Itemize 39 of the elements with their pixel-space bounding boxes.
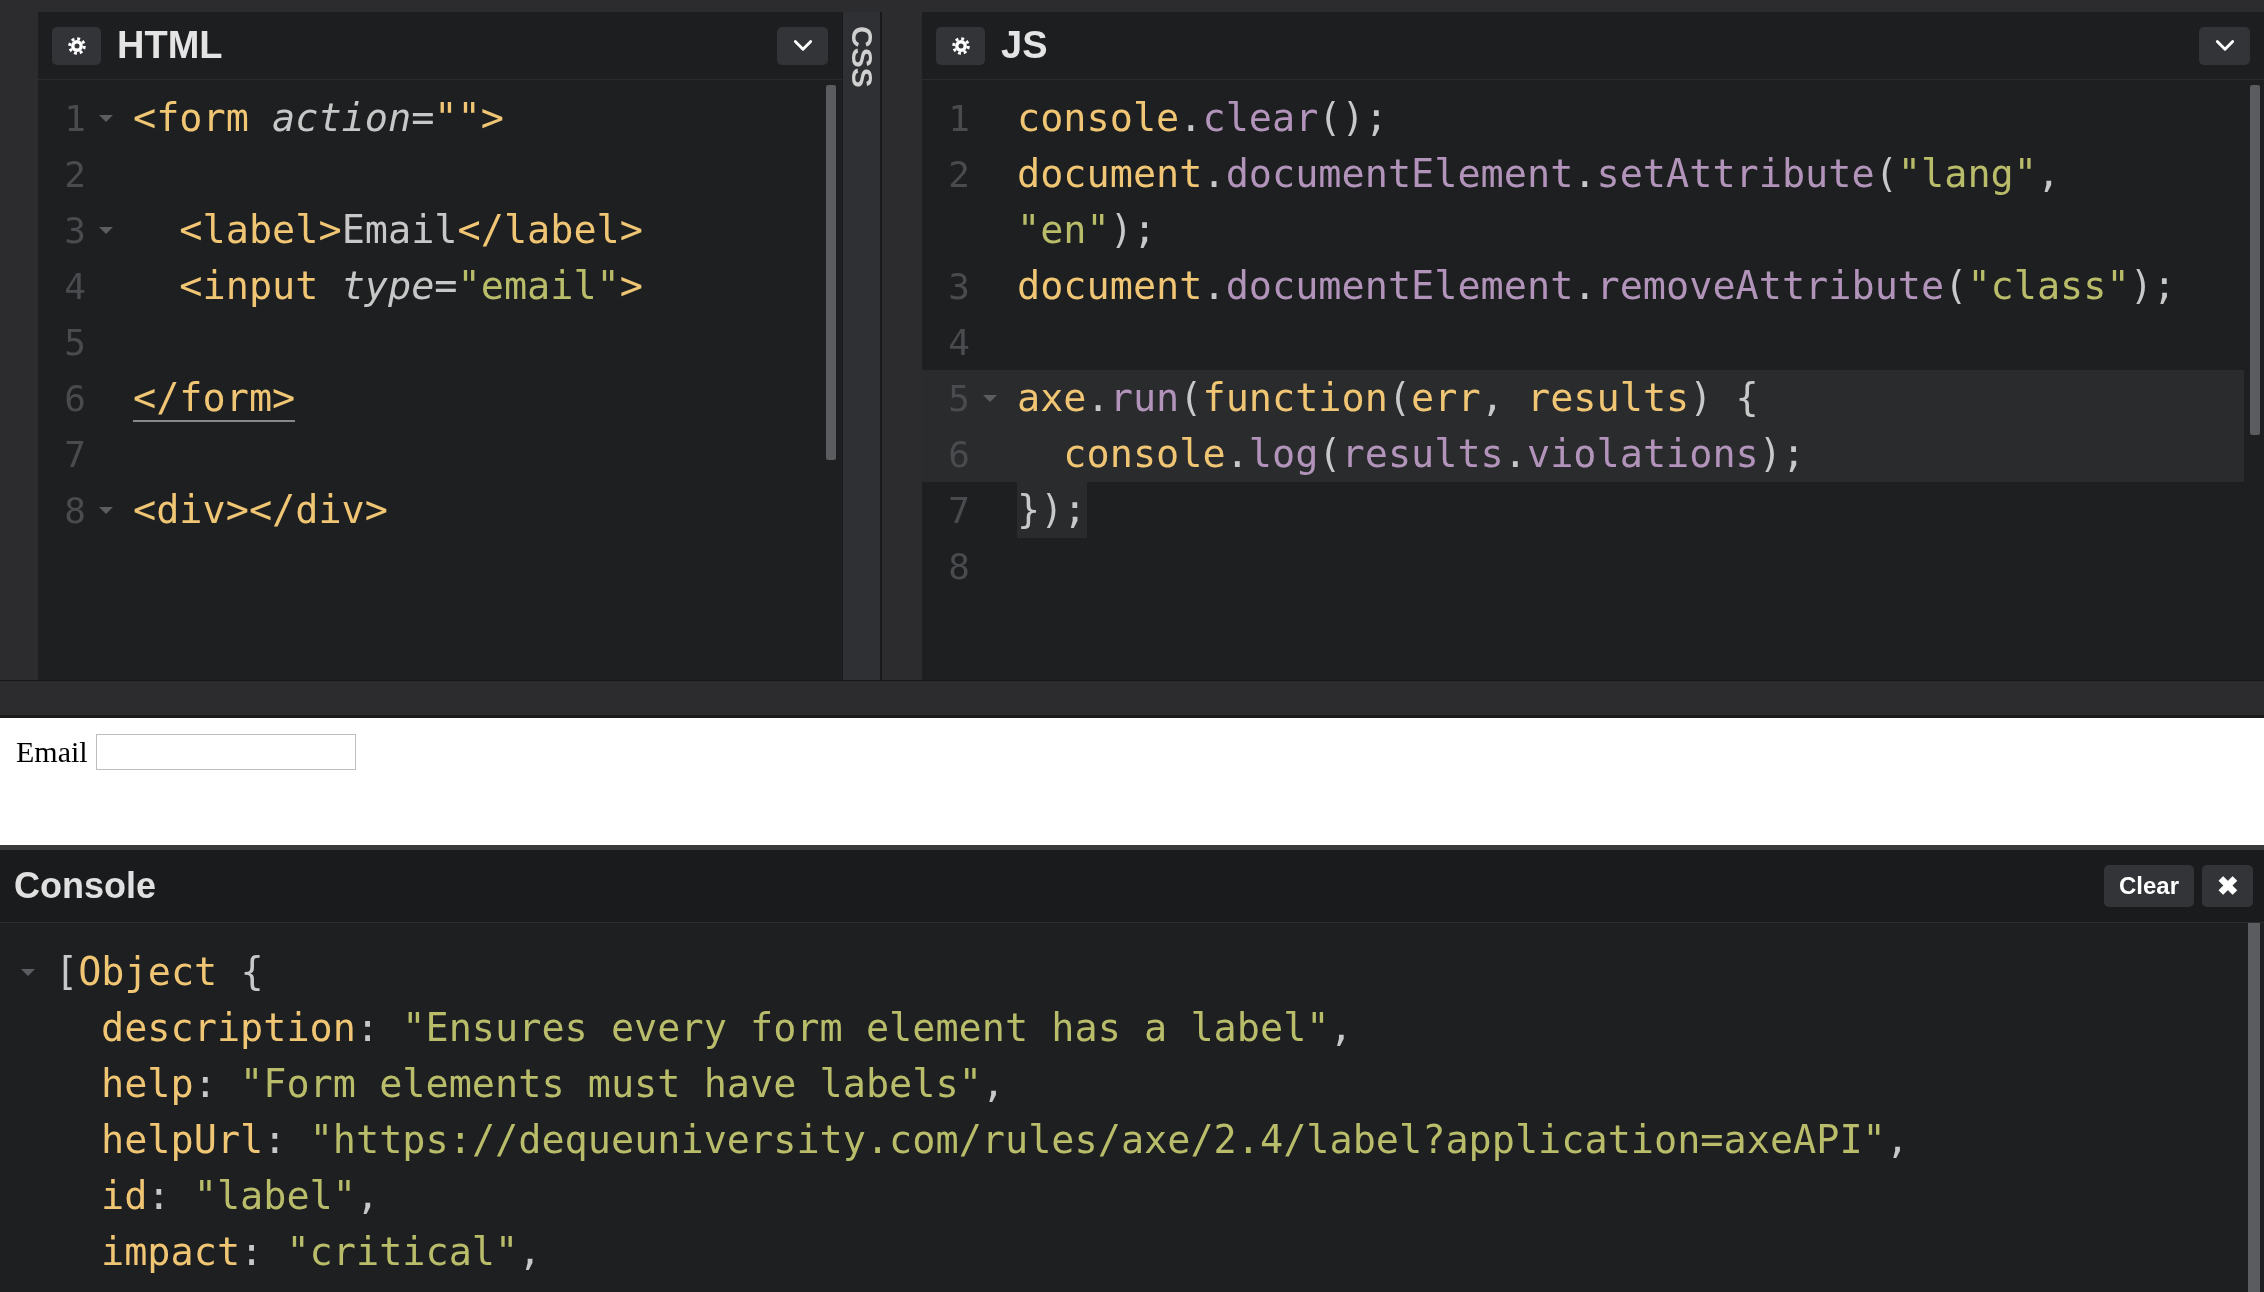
code-line: "en"); bbox=[1017, 206, 1157, 254]
expand-arrow-icon[interactable] bbox=[20, 968, 35, 976]
panel-tab[interactable]: CSS bbox=[844, 26, 879, 88]
console-title: Console bbox=[14, 865, 156, 907]
settings-button[interactable] bbox=[936, 26, 985, 65]
panel-title: HTML bbox=[117, 24, 223, 67]
code-line: axe.run(function(err, results) { bbox=[1017, 374, 1759, 422]
scrollbar-thumb[interactable] bbox=[826, 85, 836, 460]
scrollbar-thumb[interactable] bbox=[2248, 923, 2260, 1292]
code-line: console.clear(); bbox=[1017, 94, 1388, 142]
console-line: impact: "critical", bbox=[101, 1228, 542, 1276]
input-field[interactable] bbox=[95, 734, 356, 770]
panel-title: JS bbox=[1001, 24, 1048, 67]
gear-icon bbox=[66, 35, 87, 56]
console-line: description: "Ensures every form element has a label", bbox=[101, 1004, 1353, 1052]
clear-button[interactable]: Clear bbox=[2103, 865, 2194, 907]
console-line: id: "label", bbox=[101, 1172, 380, 1220]
console-line: helpUrl: "https://dequeuniversity.com/rules/axe/2.4/label?application=axeAPI", bbox=[101, 1116, 1909, 1164]
settings-button[interactable] bbox=[52, 26, 101, 65]
code-line: </form> bbox=[133, 374, 296, 424]
collapse-button[interactable] bbox=[2199, 26, 2250, 65]
fold-arrow-icon[interactable] bbox=[99, 226, 113, 234]
fold-arrow-icon[interactable] bbox=[99, 114, 113, 122]
code-line: <input type="email"> bbox=[178, 262, 643, 310]
collapse-button[interactable] bbox=[777, 26, 828, 65]
fold-arrow-icon[interactable] bbox=[99, 506, 113, 514]
close-button[interactable]: ✖ bbox=[2202, 865, 2253, 907]
scrollbar-thumb[interactable] bbox=[2250, 85, 2260, 435]
code-line: document.documentElement.removeAttribute("class"); bbox=[1017, 262, 2176, 310]
code-line: console.log(results.violations); bbox=[1062, 430, 1806, 478]
gear-icon bbox=[950, 35, 971, 56]
field-label: Email bbox=[16, 734, 88, 770]
code-line: <label>Email</label> bbox=[178, 206, 643, 254]
code-line: <form action=""> bbox=[133, 94, 504, 142]
console-line: [Object { bbox=[55, 948, 264, 996]
code-line: document.documentElement.setAttribute("lang", bbox=[1017, 150, 2061, 198]
code-line: <div></div> bbox=[133, 486, 388, 534]
fold-arrow-icon[interactable] bbox=[983, 394, 997, 402]
console-line: help: "Form elements must have labels", bbox=[101, 1060, 1005, 1108]
